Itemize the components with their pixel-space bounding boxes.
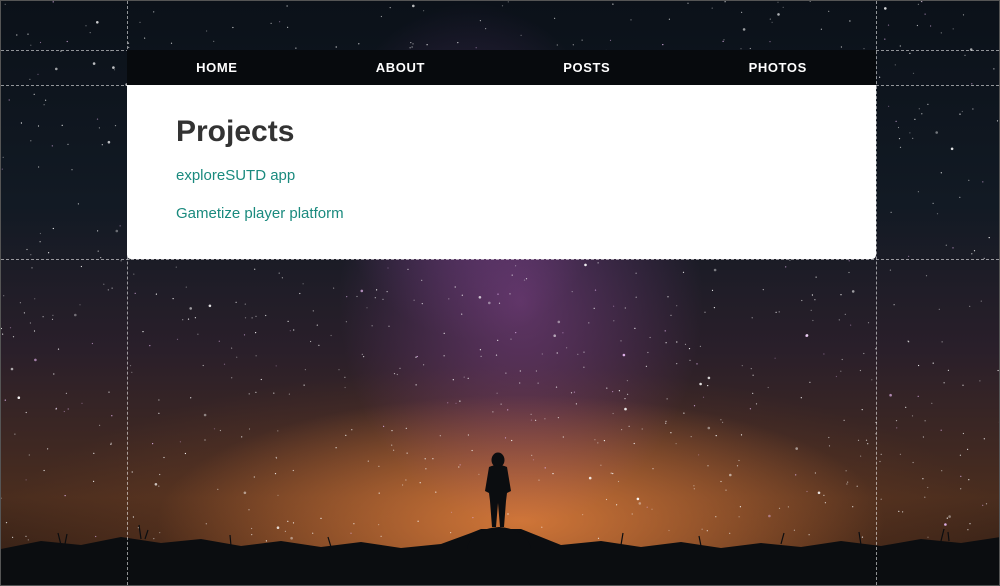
page-title: Projects — [176, 115, 295, 148]
projects-card: Projects exploreSUTD app Gametize player… — [127, 85, 876, 259]
nav-link-posts[interactable]: POSTS — [563, 60, 610, 75]
page-viewport: HOME ABOUT POSTS PHOTOS Projects explore… — [0, 0, 1000, 586]
nav-link-about[interactable]: ABOUT — [376, 60, 425, 75]
nav-link-photos[interactable]: PHOTOS — [749, 60, 807, 75]
project-link-exploresutd[interactable]: exploreSUTD app — [176, 167, 295, 184]
nav-link-home[interactable]: HOME — [196, 60, 237, 75]
top-navigation-bar: HOME ABOUT POSTS PHOTOS — [127, 50, 876, 85]
project-link-gametize[interactable]: Gametize player platform — [176, 205, 344, 222]
